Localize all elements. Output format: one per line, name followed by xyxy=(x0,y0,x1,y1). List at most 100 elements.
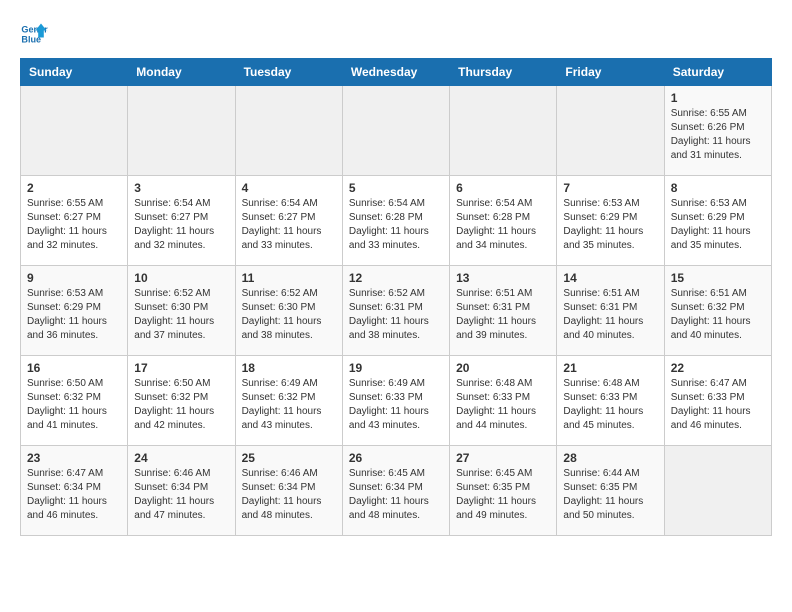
calendar-cell: 10 Sunrise: 6:52 AM Sunset: 6:30 PM Dayli… xyxy=(128,266,235,356)
calendar-week-row: 2 Sunrise: 6:55 AM Sunset: 6:27 PM Daylig… xyxy=(21,176,772,266)
day-number: 27 xyxy=(456,451,550,465)
calendar-cell: 20 Sunrise: 6:48 AM Sunset: 6:33 PM Dayli… xyxy=(450,356,557,446)
column-header-friday: Friday xyxy=(557,59,664,86)
day-info: Sunrise: 6:53 AM Sunset: 6:29 PM Dayligh… xyxy=(563,197,657,253)
day-info: Sunrise: 6:48 AM Sunset: 6:33 PM Dayligh… xyxy=(563,377,657,433)
day-info: Sunrise: 6:50 AM Sunset: 6:32 PM Dayligh… xyxy=(27,377,121,433)
calendar-cell: 5 Sunrise: 6:54 AM Sunset: 6:28 PM Daylig… xyxy=(342,176,449,266)
logo-icon: General Blue xyxy=(20,20,48,48)
day-info: Sunrise: 6:46 AM Sunset: 6:34 PM Dayligh… xyxy=(134,467,228,523)
column-header-monday: Monday xyxy=(128,59,235,86)
calendar-cell: 14 Sunrise: 6:51 AM Sunset: 6:31 PM Dayli… xyxy=(557,266,664,356)
calendar-cell: 4 Sunrise: 6:54 AM Sunset: 6:27 PM Daylig… xyxy=(235,176,342,266)
day-number: 23 xyxy=(27,451,121,465)
day-number: 13 xyxy=(456,271,550,285)
calendar-cell: 15 Sunrise: 6:51 AM Sunset: 6:32 PM Dayli… xyxy=(664,266,771,356)
calendar-week-row: 16 Sunrise: 6:50 AM Sunset: 6:32 PM Dayli… xyxy=(21,356,772,446)
day-info: Sunrise: 6:53 AM Sunset: 6:29 PM Dayligh… xyxy=(671,197,765,253)
day-number: 5 xyxy=(349,181,443,195)
column-header-thursday: Thursday xyxy=(450,59,557,86)
day-number: 11 xyxy=(242,271,336,285)
day-number: 4 xyxy=(242,181,336,195)
day-info: Sunrise: 6:52 AM Sunset: 6:30 PM Dayligh… xyxy=(242,287,336,343)
calendar-cell: 27Sunrise: 6:45 AM Sunset: 6:35 PM Dayli… xyxy=(450,446,557,536)
column-header-sunday: Sunday xyxy=(21,59,128,86)
day-number: 22 xyxy=(671,361,765,375)
day-number: 7 xyxy=(563,181,657,195)
calendar-cell xyxy=(128,86,235,176)
logo: General Blue xyxy=(20,20,50,48)
day-info: Sunrise: 6:47 AM Sunset: 6:33 PM Dayligh… xyxy=(671,377,765,433)
svg-text:Blue: Blue xyxy=(21,34,41,44)
calendar-cell xyxy=(664,446,771,536)
day-number: 21 xyxy=(563,361,657,375)
calendar-week-row: 23 Sunrise: 6:47 AM Sunset: 6:34 PM Dayli… xyxy=(21,446,772,536)
day-info: Sunrise: 6:51 AM Sunset: 6:31 PM Dayligh… xyxy=(456,287,550,343)
calendar-cell: 2 Sunrise: 6:55 AM Sunset: 6:27 PM Daylig… xyxy=(21,176,128,266)
day-info: Sunrise: 6:44 AM Sunset: 6:35 PM Dayligh… xyxy=(563,467,657,523)
day-info: Sunrise: 6:52 AM Sunset: 6:31 PM Dayligh… xyxy=(349,287,443,343)
calendar-cell: 18Sunrise: 6:49 AM Sunset: 6:32 PM Dayli… xyxy=(235,356,342,446)
calendar-week-row: 9 Sunrise: 6:53 AM Sunset: 6:29 PM Daylig… xyxy=(21,266,772,356)
column-header-saturday: Saturday xyxy=(664,59,771,86)
calendar-cell: 9 Sunrise: 6:53 AM Sunset: 6:29 PM Daylig… xyxy=(21,266,128,356)
calendar-cell: 25 Sunrise: 6:46 AM Sunset: 6:34 PM Dayli… xyxy=(235,446,342,536)
page-header: General Blue xyxy=(20,20,772,48)
calendar-cell xyxy=(557,86,664,176)
calendar-cell xyxy=(235,86,342,176)
calendar-cell: 28 Sunrise: 6:44 AM Sunset: 6:35 PM Dayli… xyxy=(557,446,664,536)
day-info: Sunrise: 6:51 AM Sunset: 6:32 PM Dayligh… xyxy=(671,287,765,343)
day-info: Sunrise: 6:50 AM Sunset: 6:32 PM Dayligh… xyxy=(134,377,228,433)
calendar-cell: 6Sunrise: 6:54 AM Sunset: 6:28 PM Daylig… xyxy=(450,176,557,266)
day-info: Sunrise: 6:51 AM Sunset: 6:31 PM Dayligh… xyxy=(563,287,657,343)
calendar-cell: 7 Sunrise: 6:53 AM Sunset: 6:29 PM Daylig… xyxy=(557,176,664,266)
day-number: 10 xyxy=(134,271,228,285)
calendar-cell: 12 Sunrise: 6:52 AM Sunset: 6:31 PM Dayli… xyxy=(342,266,449,356)
calendar-cell: 11 Sunrise: 6:52 AM Sunset: 6:30 PM Dayli… xyxy=(235,266,342,356)
day-info: Sunrise: 6:54 AM Sunset: 6:28 PM Dayligh… xyxy=(349,197,443,253)
day-number: 8 xyxy=(671,181,765,195)
day-info: Sunrise: 6:48 AM Sunset: 6:33 PM Dayligh… xyxy=(456,377,550,433)
calendar-cell: 22 Sunrise: 6:47 AM Sunset: 6:33 PM Dayli… xyxy=(664,356,771,446)
day-number: 14 xyxy=(563,271,657,285)
day-number: 24 xyxy=(134,451,228,465)
day-info: Sunrise: 6:52 AM Sunset: 6:30 PM Dayligh… xyxy=(134,287,228,343)
calendar-cell: 17 Sunrise: 6:50 AM Sunset: 6:32 PM Dayli… xyxy=(128,356,235,446)
day-info: Sunrise: 6:49 AM Sunset: 6:33 PM Dayligh… xyxy=(349,377,443,433)
day-info: Sunrise: 6:54 AM Sunset: 6:28 PM Dayligh… xyxy=(456,197,550,253)
day-number: 15 xyxy=(671,271,765,285)
day-info: Sunrise: 6:45 AM Sunset: 6:34 PM Dayligh… xyxy=(349,467,443,523)
day-info: Sunrise: 6:47 AM Sunset: 6:34 PM Dayligh… xyxy=(27,467,121,523)
day-number: 25 xyxy=(242,451,336,465)
day-number: 2 xyxy=(27,181,121,195)
calendar-cell: 3 Sunrise: 6:54 AM Sunset: 6:27 PM Daylig… xyxy=(128,176,235,266)
day-number: 12 xyxy=(349,271,443,285)
day-info: Sunrise: 6:54 AM Sunset: 6:27 PM Dayligh… xyxy=(134,197,228,253)
day-number: 20 xyxy=(456,361,550,375)
calendar-week-row: 1Sunrise: 6:55 AM Sunset: 6:26 PM Daylig… xyxy=(21,86,772,176)
calendar-cell: 21 Sunrise: 6:48 AM Sunset: 6:33 PM Dayli… xyxy=(557,356,664,446)
calendar-cell xyxy=(21,86,128,176)
day-info: Sunrise: 6:53 AM Sunset: 6:29 PM Dayligh… xyxy=(27,287,121,343)
day-number: 26 xyxy=(349,451,443,465)
calendar-header-row: SundayMondayTuesdayWednesdayThursdayFrid… xyxy=(21,59,772,86)
day-number: 9 xyxy=(27,271,121,285)
day-info: Sunrise: 6:49 AM Sunset: 6:32 PM Dayligh… xyxy=(242,377,336,433)
column-header-tuesday: Tuesday xyxy=(235,59,342,86)
day-number: 19 xyxy=(349,361,443,375)
day-info: Sunrise: 6:46 AM Sunset: 6:34 PM Dayligh… xyxy=(242,467,336,523)
calendar-table: SundayMondayTuesdayWednesdayThursdayFrid… xyxy=(20,58,772,536)
calendar-cell: 24 Sunrise: 6:46 AM Sunset: 6:34 PM Dayli… xyxy=(128,446,235,536)
day-number: 3 xyxy=(134,181,228,195)
calendar-cell: 8 Sunrise: 6:53 AM Sunset: 6:29 PM Daylig… xyxy=(664,176,771,266)
day-number: 17 xyxy=(134,361,228,375)
day-number: 16 xyxy=(27,361,121,375)
day-info: Sunrise: 6:55 AM Sunset: 6:27 PM Dayligh… xyxy=(27,197,121,253)
calendar-cell: 26 Sunrise: 6:45 AM Sunset: 6:34 PM Dayli… xyxy=(342,446,449,536)
day-info: Sunrise: 6:54 AM Sunset: 6:27 PM Dayligh… xyxy=(242,197,336,253)
column-header-wednesday: Wednesday xyxy=(342,59,449,86)
calendar-cell xyxy=(342,86,449,176)
day-number: 28 xyxy=(563,451,657,465)
calendar-cell: 23 Sunrise: 6:47 AM Sunset: 6:34 PM Dayli… xyxy=(21,446,128,536)
calendar-cell: 1Sunrise: 6:55 AM Sunset: 6:26 PM Daylig… xyxy=(664,86,771,176)
